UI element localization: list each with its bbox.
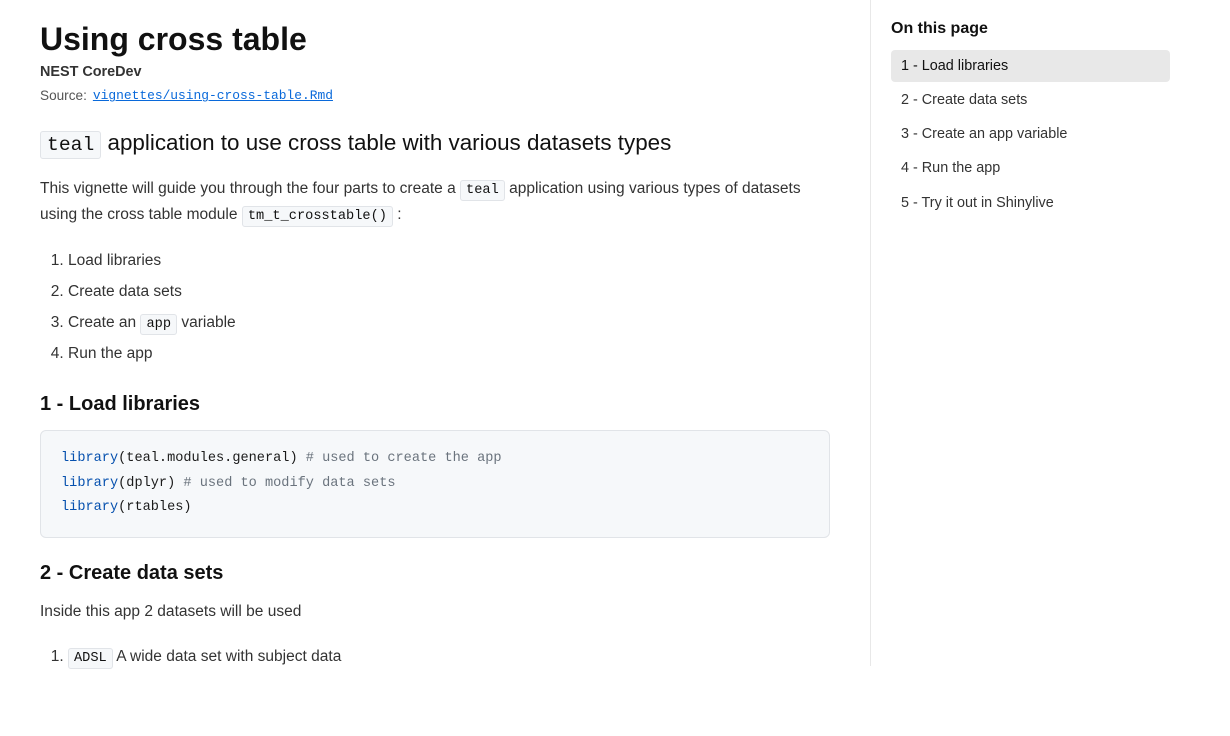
- sidebar-link-create-app-variable[interactable]: 3 - Create an app variable: [891, 118, 1170, 150]
- sidebar-nav-item: 3 - Create an app variable: [891, 118, 1170, 150]
- intro-code-fn: tm_t_crosstable(): [242, 206, 393, 227]
- intro-heading: teal application to use cross table with…: [40, 127, 830, 160]
- author-label: NEST CoreDev: [40, 64, 830, 80]
- main-content: Using cross table NEST CoreDev Source: v…: [0, 0, 870, 736]
- intro-paragraph: This vignette will guide you through the…: [40, 176, 830, 229]
- intro-text-pre: This vignette will guide you through the…: [40, 180, 460, 197]
- section-heading-load-libraries: 1 - Load libraries: [40, 393, 830, 416]
- sidebar-link-load-libraries[interactable]: 1 - Load libraries: [891, 50, 1170, 82]
- code-line: library(rtables): [61, 496, 809, 520]
- list-item: Load libraries: [68, 245, 830, 276]
- code-arg: dplyr: [126, 476, 167, 491]
- list-item: Create an app variable: [68, 307, 830, 338]
- list-item: ADSL A wide data set with subject data: [68, 641, 830, 672]
- code-line: library(teal.modules.general) # used to …: [61, 447, 809, 471]
- sidebar-title: On this page: [891, 20, 1170, 38]
- code-fn: library: [61, 500, 118, 515]
- sidebar: On this page 1 - Load libraries 2 - Crea…: [870, 0, 1190, 666]
- page-title: Using cross table: [40, 20, 830, 58]
- code-comment: # used to modify data sets: [183, 476, 395, 491]
- code-fn: library: [61, 451, 118, 466]
- list-item: Create data sets: [68, 276, 830, 307]
- code-fn: library: [61, 476, 118, 491]
- code-comment: # used to create the app: [306, 451, 502, 466]
- code-arg: rtables: [126, 500, 183, 515]
- sidebar-nav-item: 2 - Create data sets: [891, 84, 1170, 116]
- intro-heading-code: teal: [40, 131, 101, 159]
- datasets-list: ADSL A wide data set with subject data: [40, 641, 830, 672]
- intro-heading-text: application to use cross table with vari…: [101, 130, 671, 155]
- sidebar-link-run-app[interactable]: 4 - Run the app: [891, 152, 1170, 184]
- sidebar-nav-item: 5 - Try it out in Shinylive: [891, 187, 1170, 219]
- code-block-libraries: library(teal.modules.general) # used to …: [40, 430, 830, 537]
- intro-code-teal: teal: [460, 180, 505, 201]
- create-data-sets-text: Inside this app 2 datasets will be used: [40, 599, 830, 625]
- source-label: Source:: [40, 88, 87, 103]
- intro-text-end: :: [393, 206, 402, 223]
- code-arg: teal.modules.general: [126, 451, 289, 466]
- list-item-code: app: [140, 314, 177, 335]
- sidebar-nav-item: 1 - Load libraries: [891, 50, 1170, 82]
- list-item: Run the app: [68, 338, 830, 369]
- source-line: Source: vignettes/using-cross-table.Rmd: [40, 88, 830, 103]
- sidebar-link-shinylive[interactable]: 5 - Try it out in Shinylive: [891, 187, 1170, 219]
- overview-list: Load libraries Create data sets Create a…: [40, 245, 830, 369]
- sidebar-nav-item: 4 - Run the app: [891, 152, 1170, 184]
- sidebar-link-create-data-sets[interactable]: 2 - Create data sets: [891, 84, 1170, 116]
- sidebar-nav: 1 - Load libraries 2 - Create data sets …: [891, 50, 1170, 219]
- source-link[interactable]: vignettes/using-cross-table.Rmd: [93, 88, 333, 103]
- section-heading-create-data-sets: 2 - Create data sets: [40, 562, 830, 585]
- code-line: library(dplyr) # used to modify data set…: [61, 472, 809, 496]
